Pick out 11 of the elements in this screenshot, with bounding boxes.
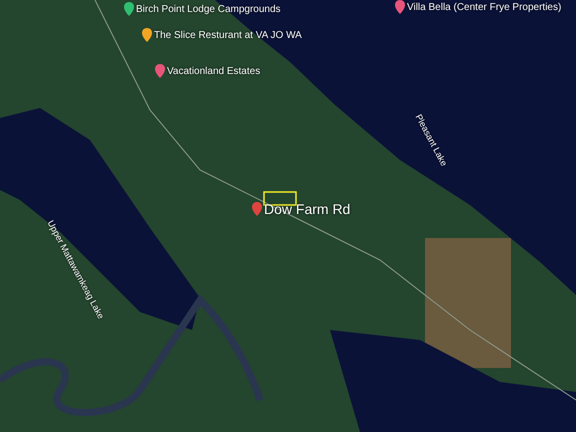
road-label[interactable]: Dow Farm Rd	[264, 201, 350, 217]
map-pin-icon[interactable]	[142, 28, 152, 42]
map-pin-icon[interactable]	[252, 202, 262, 216]
map-pin-icon[interactable]	[395, 0, 405, 14]
place-label[interactable]: The Slice Resturant at VA JO WA	[154, 30, 302, 40]
place-label[interactable]: Birch Point Lodge Campgrounds	[136, 4, 281, 14]
place-label[interactable]: Vacationland Estates	[167, 66, 260, 76]
map-pin-icon[interactable]	[124, 2, 134, 16]
parcel-outline	[263, 191, 297, 206]
map-pin-icon[interactable]	[155, 64, 165, 78]
place-label[interactable]: Villa Bella (Center Frye Properties)	[407, 2, 562, 12]
